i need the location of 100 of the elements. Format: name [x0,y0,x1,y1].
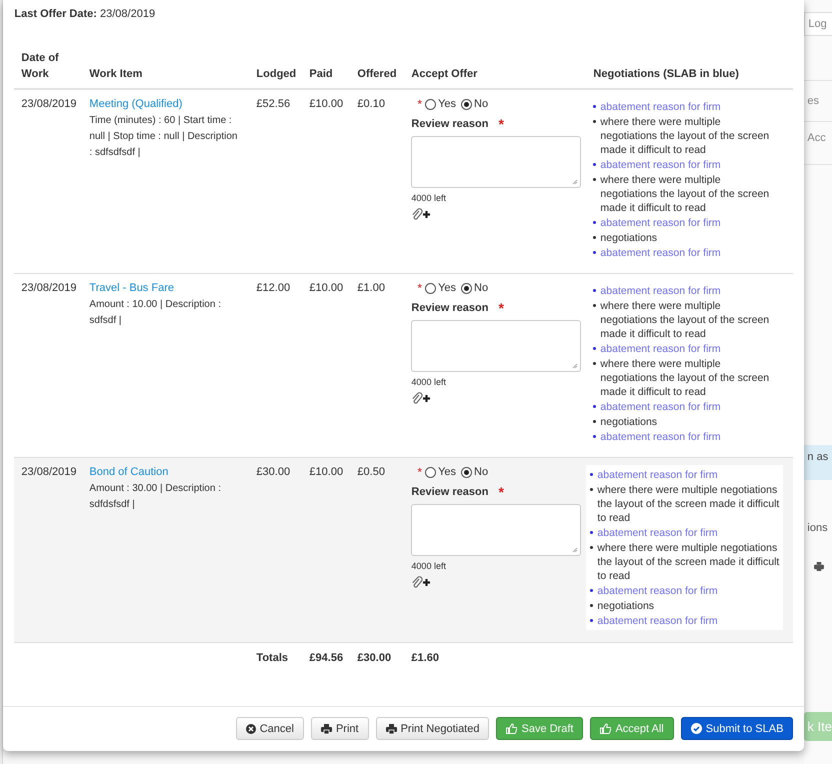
bullet-icon [593,405,596,408]
date-cell: 23/08/2019 [21,98,76,110]
bullet-icon [593,362,596,365]
character-counter: 4000 left [411,192,447,205]
negotiation-entry: abatement reason for firm [600,158,721,172]
radio-icon[interactable] [425,467,436,478]
print-button[interactable]: Print Negotiated [376,717,490,740]
column-header: Paid [309,68,333,80]
bullet-icon [593,289,596,292]
thumbs-up-icon [506,723,518,734]
close-icon [246,724,256,734]
negotiation-entry: abatement reason for firm [600,284,721,298]
background-text: ions [807,522,828,534]
total-paid: £30.00 [357,652,392,664]
negotiation-entry: where there were multiple negotiations the layout of the screen made it difficult to read [600,299,770,341]
attach-paperclip-plus-icon[interactable] [411,576,432,588]
check-circle-icon [690,723,702,734]
column-header: Offered [357,68,397,80]
bullet-icon [593,420,596,423]
negotiation-entry: abatement reason for firm [597,526,718,540]
column-header: Accept Offer [411,68,478,80]
attach-paperclip-plus-icon[interactable] [411,392,432,404]
work-item-detail: Amount : 30.00 | Description : sdfdsfsdf | [89,482,222,512]
review-reason-label: Review reason [411,485,488,500]
bullet-icon [593,347,596,350]
required-mark: * [498,117,504,132]
required-mark: * [417,281,422,296]
radio-icon[interactable] [461,99,472,110]
radio-icon[interactable] [425,99,436,110]
totals-label: Totals [256,652,288,664]
background-text: es [807,95,820,107]
review-reason-field[interactable] [411,136,582,188]
character-counter: 4000 left [411,376,447,389]
radio-option[interactable]: Yes [425,281,456,296]
attach-paperclip-plus-icon[interactable] [411,208,432,220]
required-mark: * [417,465,422,480]
negotiation-entry: where there were multiple negotiations the layout of the screen made it difficult to read [600,357,770,399]
cancel-button[interactable]: Cancel [236,717,304,740]
total-lodged: £94.56 [309,652,344,664]
printer-icon [386,724,397,734]
radio-option[interactable]: No [461,97,488,112]
bullet-icon [590,604,594,607]
column-header: Date of Work [21,52,59,80]
thumbs-up-icon [600,723,612,734]
negotiation-entry: where there were multiple negotiations the layout of the screen made it difficult to read [597,483,780,525]
negotiation-entry: abatement reason for firm [600,342,721,356]
resize-grip-icon[interactable] [572,363,578,369]
paid-cell: £10.00 [309,282,344,294]
review-reason-label: Review reason [411,117,488,132]
lodged-cell: £12.00 [256,282,290,294]
negotiation-entry: where there were multiple negotiations the layout of the screen made it difficult to read [600,173,770,215]
submit-button[interactable]: Submit to SLAB [680,717,794,740]
bullet-icon [590,473,594,476]
bullet-icon [593,435,596,438]
radio-icon[interactable] [461,467,472,478]
required-mark: * [498,485,504,500]
paid-cell: £10.00 [309,98,344,110]
radio-option[interactable]: No [461,281,488,296]
required-mark: * [498,301,504,316]
negotiation-entry: abatement reason for firm [597,468,718,482]
negotiation-entry: abatement reason for firm [597,614,718,628]
work-item-link[interactable]: Travel - Bus Fare [89,281,242,296]
review-reason-field[interactable] [411,504,582,556]
radio-icon[interactable] [461,283,472,294]
paid-cell: £10.00 [309,466,344,478]
negotiation-entry: abatement reason for firm [600,216,721,230]
last-offer-date: Last Offer Date: 23/08/2019 [14,8,156,20]
printer-icon [320,724,332,734]
radio-option[interactable]: Yes [425,465,456,480]
bullet-icon [593,163,596,166]
negotiation-entry: negotiations [597,599,654,613]
bullet-icon [593,251,596,254]
resize-grip-icon[interactable] [572,547,578,553]
negotiation-entry: abatement reason for firm [600,400,721,414]
work-item-link[interactable]: Meeting (Qualified) [89,97,242,112]
background-text: n as [807,451,828,463]
bullet-icon [593,105,596,108]
offered-cell: £0.50 [357,466,385,478]
negotiation-entry: abatement reason for firm [600,100,721,114]
total-offered: £1.60 [411,652,439,664]
radio-option[interactable]: No [461,465,488,480]
bullet-icon [593,221,596,224]
background-text: Log [808,18,827,30]
print-button[interactable]: Print [310,717,369,740]
bullet-icon [590,619,594,622]
radio-option[interactable]: Yes [425,97,456,112]
resize-grip-icon[interactable] [572,179,578,185]
negotiation-entry: abatement reason for firm [600,430,721,444]
radio-icon[interactable] [425,283,436,294]
negotiation-entry: where there were multiple negotiations the layout of the screen made it difficult to read [600,115,770,157]
background-text: Acc [807,132,826,144]
negotiation-entry: where there were multiple negotiations the layout of the screen made it difficult to read [597,541,780,583]
review-reason-label: Review reason [411,301,488,316]
work-item-detail: Amount : 10.00 | Description : sdfsdf | [89,298,222,328]
date-cell: 23/08/2019 [21,466,76,478]
bullet-icon [593,178,596,181]
negotiation-entry: abatement reason for firm [597,584,718,598]
bullet-icon [593,236,596,239]
review-reason-field[interactable] [411,320,582,372]
bullet-icon [590,531,594,534]
